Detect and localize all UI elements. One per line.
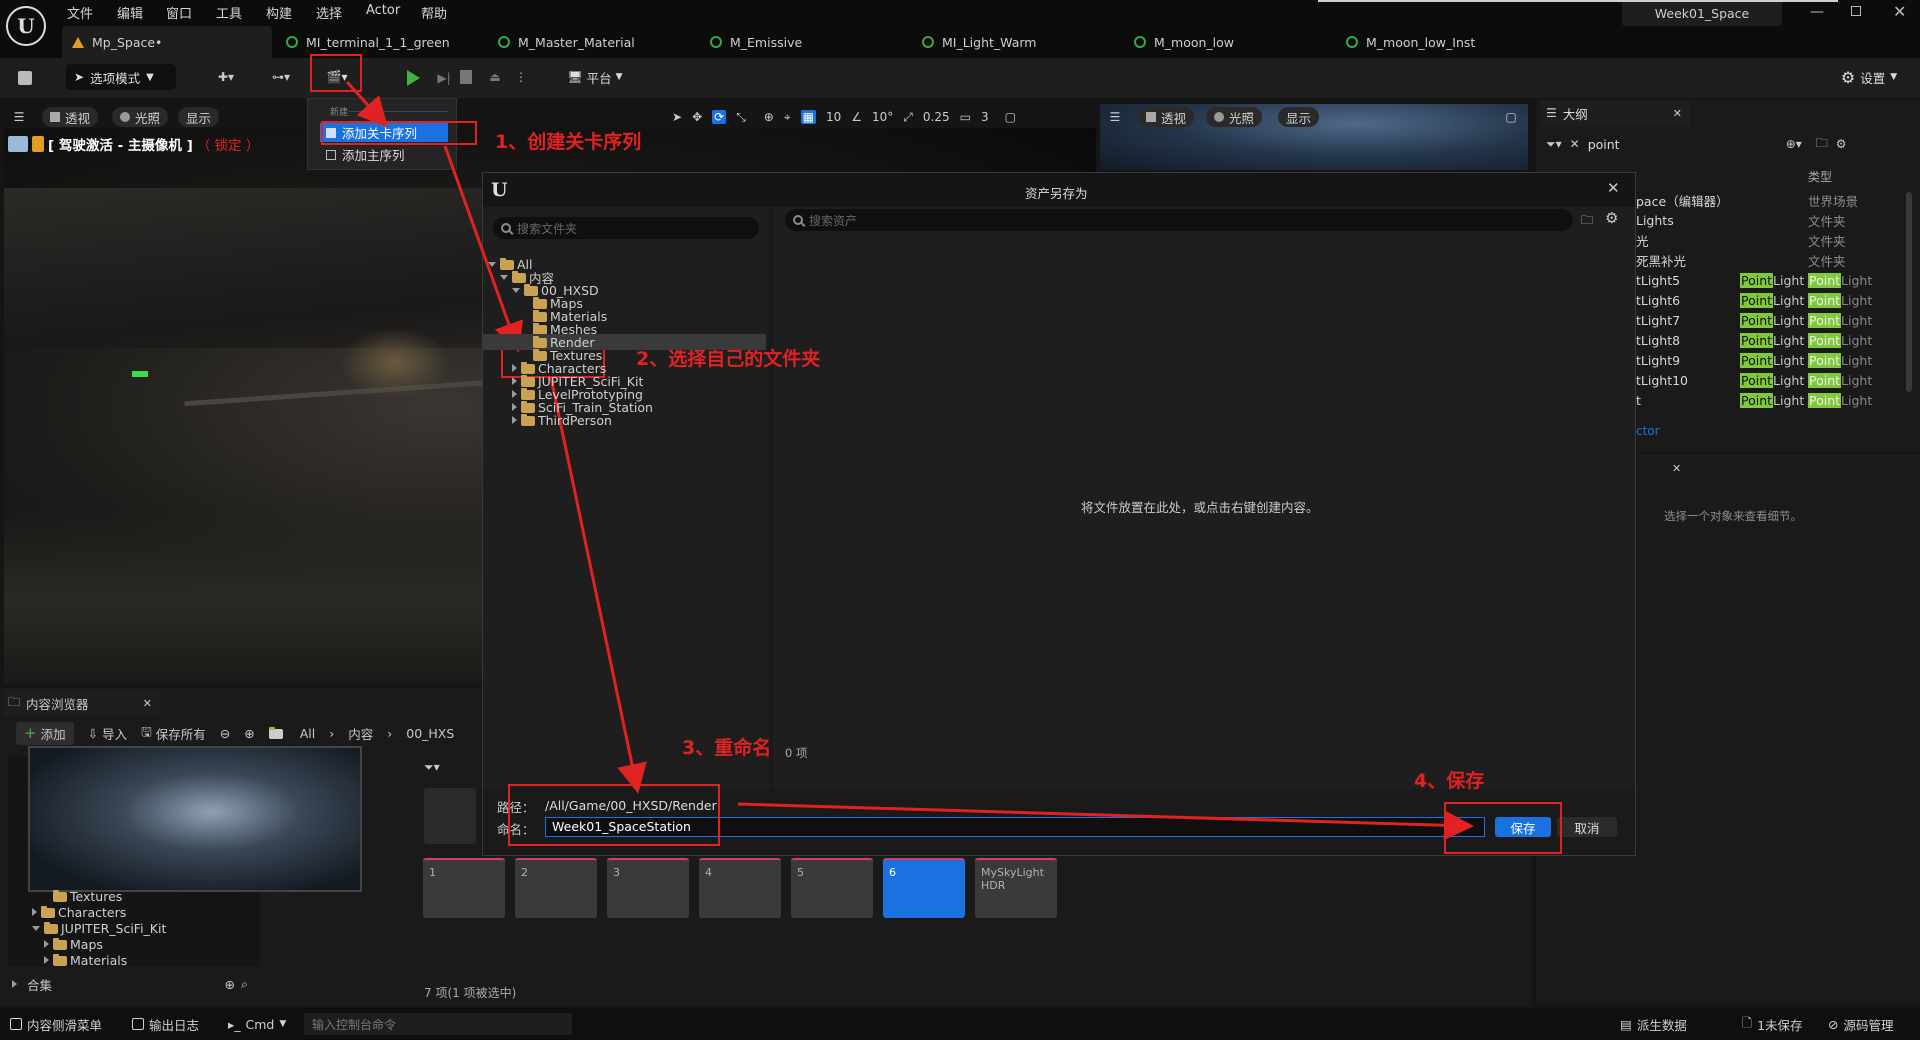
- outliner-row-type: 世界场景: [1808, 193, 1859, 209]
- folder-label: ThirdPerson: [538, 412, 612, 428]
- outliner-row[interactable]: tLight7 PointLight PointLight: [1636, 310, 1916, 330]
- asset-tile[interactable]: MySkyLight HDR: [975, 858, 1057, 918]
- outliner-row-name: tLight6: [1636, 292, 1681, 308]
- outliner-row-name: Lights: [1636, 212, 1674, 228]
- outliner-row-label: PointLight: [1740, 312, 1805, 328]
- arrow-4: [737, 802, 1474, 841]
- outliner-row-name: tLight5: [1636, 272, 1681, 288]
- collapsed-icon[interactable]: [512, 403, 517, 411]
- outliner-row-type: 文件夹: [1808, 233, 1846, 249]
- folder-icon: [521, 414, 535, 426]
- outliner-row-label: PointLight: [1740, 272, 1805, 288]
- collapsed-icon[interactable]: [512, 377, 517, 385]
- cb-tree-item[interactable]: Materials: [44, 952, 127, 968]
- outliner-row-name: tLight9: [1636, 352, 1681, 368]
- arrow-2: [443, 145, 524, 353]
- asset-tile[interactable]: 6: [883, 858, 965, 918]
- outliner-row-name: tLight10: [1636, 372, 1689, 388]
- outliner-row-type: PointLight: [1808, 392, 1873, 408]
- outliner-row-type: PointLight: [1808, 312, 1873, 328]
- outliner-row-name: pace（编辑器）: [1636, 193, 1729, 209]
- asset-tile[interactable]: 3: [607, 858, 689, 918]
- folder-icon: [53, 954, 67, 966]
- cb-tree-item[interactable]: Maps: [44, 936, 103, 952]
- folder-label: Maps: [70, 936, 103, 952]
- collapsed-icon: [32, 908, 37, 916]
- outliner-row-type: PointLight: [1808, 292, 1873, 308]
- expanded-icon: [32, 925, 40, 931]
- asset-tile[interactable]: 1: [423, 858, 505, 918]
- outliner-row[interactable]: tLight6 PointLight PointLight: [1636, 290, 1916, 310]
- outliner-row-label: PointLight: [1740, 332, 1805, 348]
- outliner-row-name: 光: [1636, 233, 1649, 249]
- expanded-icon[interactable]: [488, 261, 496, 267]
- outliner-row[interactable]: pace（编辑器） 世界场景: [1636, 190, 1916, 210]
- outliner-row-label: PointLight: [1740, 352, 1805, 368]
- outliner-row-label: PointLight: [1740, 292, 1805, 308]
- collapsed-icon[interactable]: [512, 364, 517, 372]
- outliner-row[interactable]: tLight8 PointLight PointLight: [1636, 330, 1916, 350]
- folder-icon: [44, 922, 58, 934]
- expanded-icon[interactable]: [512, 287, 520, 293]
- dialog-tree-item[interactable]: ThirdPerson: [512, 412, 612, 428]
- asset-tile[interactable]: 4: [699, 858, 781, 918]
- asset-tile[interactable]: 5: [791, 858, 873, 918]
- outliner-row-name: tLight8: [1636, 332, 1681, 348]
- outliner-row[interactable]: Lights 文件夹: [1636, 210, 1916, 230]
- outliner-row-label: PointLight: [1740, 392, 1805, 408]
- collapsed-icon[interactable]: [512, 390, 517, 398]
- cb-tree-item[interactable]: JUPITER_SciFi_Kit: [32, 920, 166, 936]
- folder-icon: [41, 906, 55, 918]
- folder-label: Textures: [70, 888, 123, 904]
- outliner-row-name: 死黑补光: [1636, 253, 1687, 269]
- outliner-row[interactable]: t PointLight PointLight: [1636, 390, 1916, 410]
- folder-label: JUPITER_SciFi_Kit: [61, 920, 167, 936]
- outliner-row-type: PointLight: [1808, 372, 1873, 388]
- arrow-3: [549, 377, 647, 794]
- folder-icon: [53, 890, 67, 902]
- collapsed-icon: [44, 940, 49, 948]
- outliner-row-type: PointLight: [1808, 332, 1873, 348]
- outliner-row-name: t: [1636, 392, 1641, 408]
- folder-label: Characters: [58, 904, 127, 920]
- outliner-row-type: PointLight: [1808, 272, 1873, 288]
- cb-tree-item[interactable]: Textures: [44, 888, 122, 904]
- outliner-row[interactable]: 死黑补光 文件夹: [1636, 250, 1916, 270]
- cb-tree-item[interactable]: Characters: [32, 904, 126, 920]
- folder-label: Materials: [70, 952, 128, 968]
- outliner-row-type: PointLight: [1808, 352, 1873, 368]
- outliner-row[interactable]: tLight9 PointLight PointLight: [1636, 350, 1916, 370]
- outliner-row-type: 文件夹: [1808, 253, 1846, 269]
- asset-tile[interactable]: 2: [515, 858, 597, 918]
- expanded-icon[interactable]: [500, 274, 508, 280]
- outliner-row-label: PointLight: [1740, 372, 1805, 388]
- outliner-row[interactable]: tLight10 PointLight PointLight: [1636, 370, 1916, 390]
- outliner-row-name: tLight7: [1636, 312, 1681, 328]
- outliner-row-type: 文件夹: [1808, 213, 1846, 229]
- collapsed-icon[interactable]: [512, 416, 517, 424]
- arrow-1: [345, 80, 389, 128]
- outliner-row[interactable]: tLight5 PointLight PointLight: [1636, 270, 1916, 290]
- outliner-row[interactable]: 光 文件夹: [1636, 230, 1916, 250]
- collapsed-icon: [44, 956, 49, 964]
- folder-icon: [53, 938, 67, 950]
